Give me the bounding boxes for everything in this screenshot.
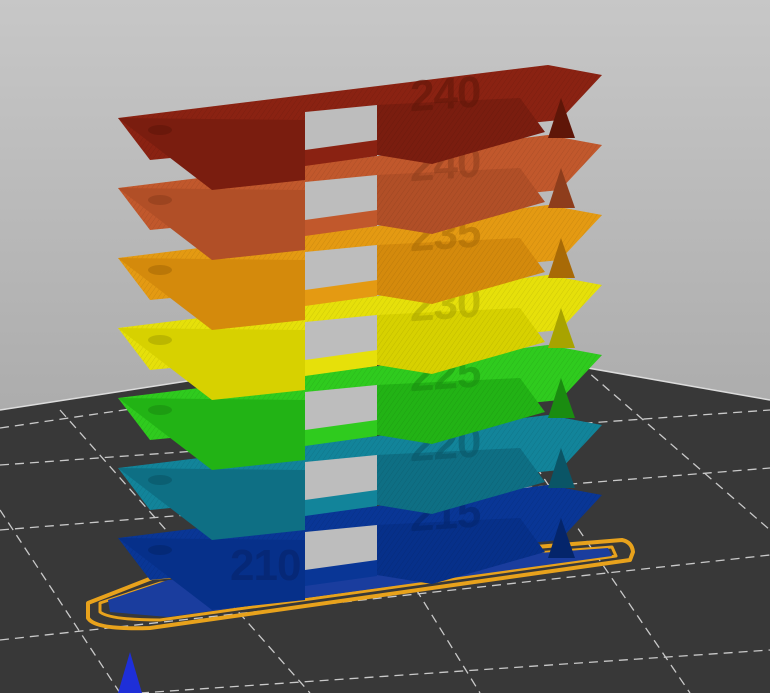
tier-hole	[148, 545, 172, 555]
3d-viewport[interactable]: 215 220 225 230 235 240 240 210	[0, 0, 770, 693]
base-temperature-label: 210	[230, 541, 300, 590]
tier-hole	[148, 475, 172, 485]
tier-hole	[148, 195, 172, 205]
tier-hole	[148, 125, 172, 135]
scene-canvas[interactable]: 215220225230235240240210	[0, 0, 770, 693]
tier-hole	[148, 405, 172, 415]
tier-hole	[148, 335, 172, 345]
tier-temperature-label: 240	[410, 67, 480, 121]
tier-hole	[148, 265, 172, 275]
